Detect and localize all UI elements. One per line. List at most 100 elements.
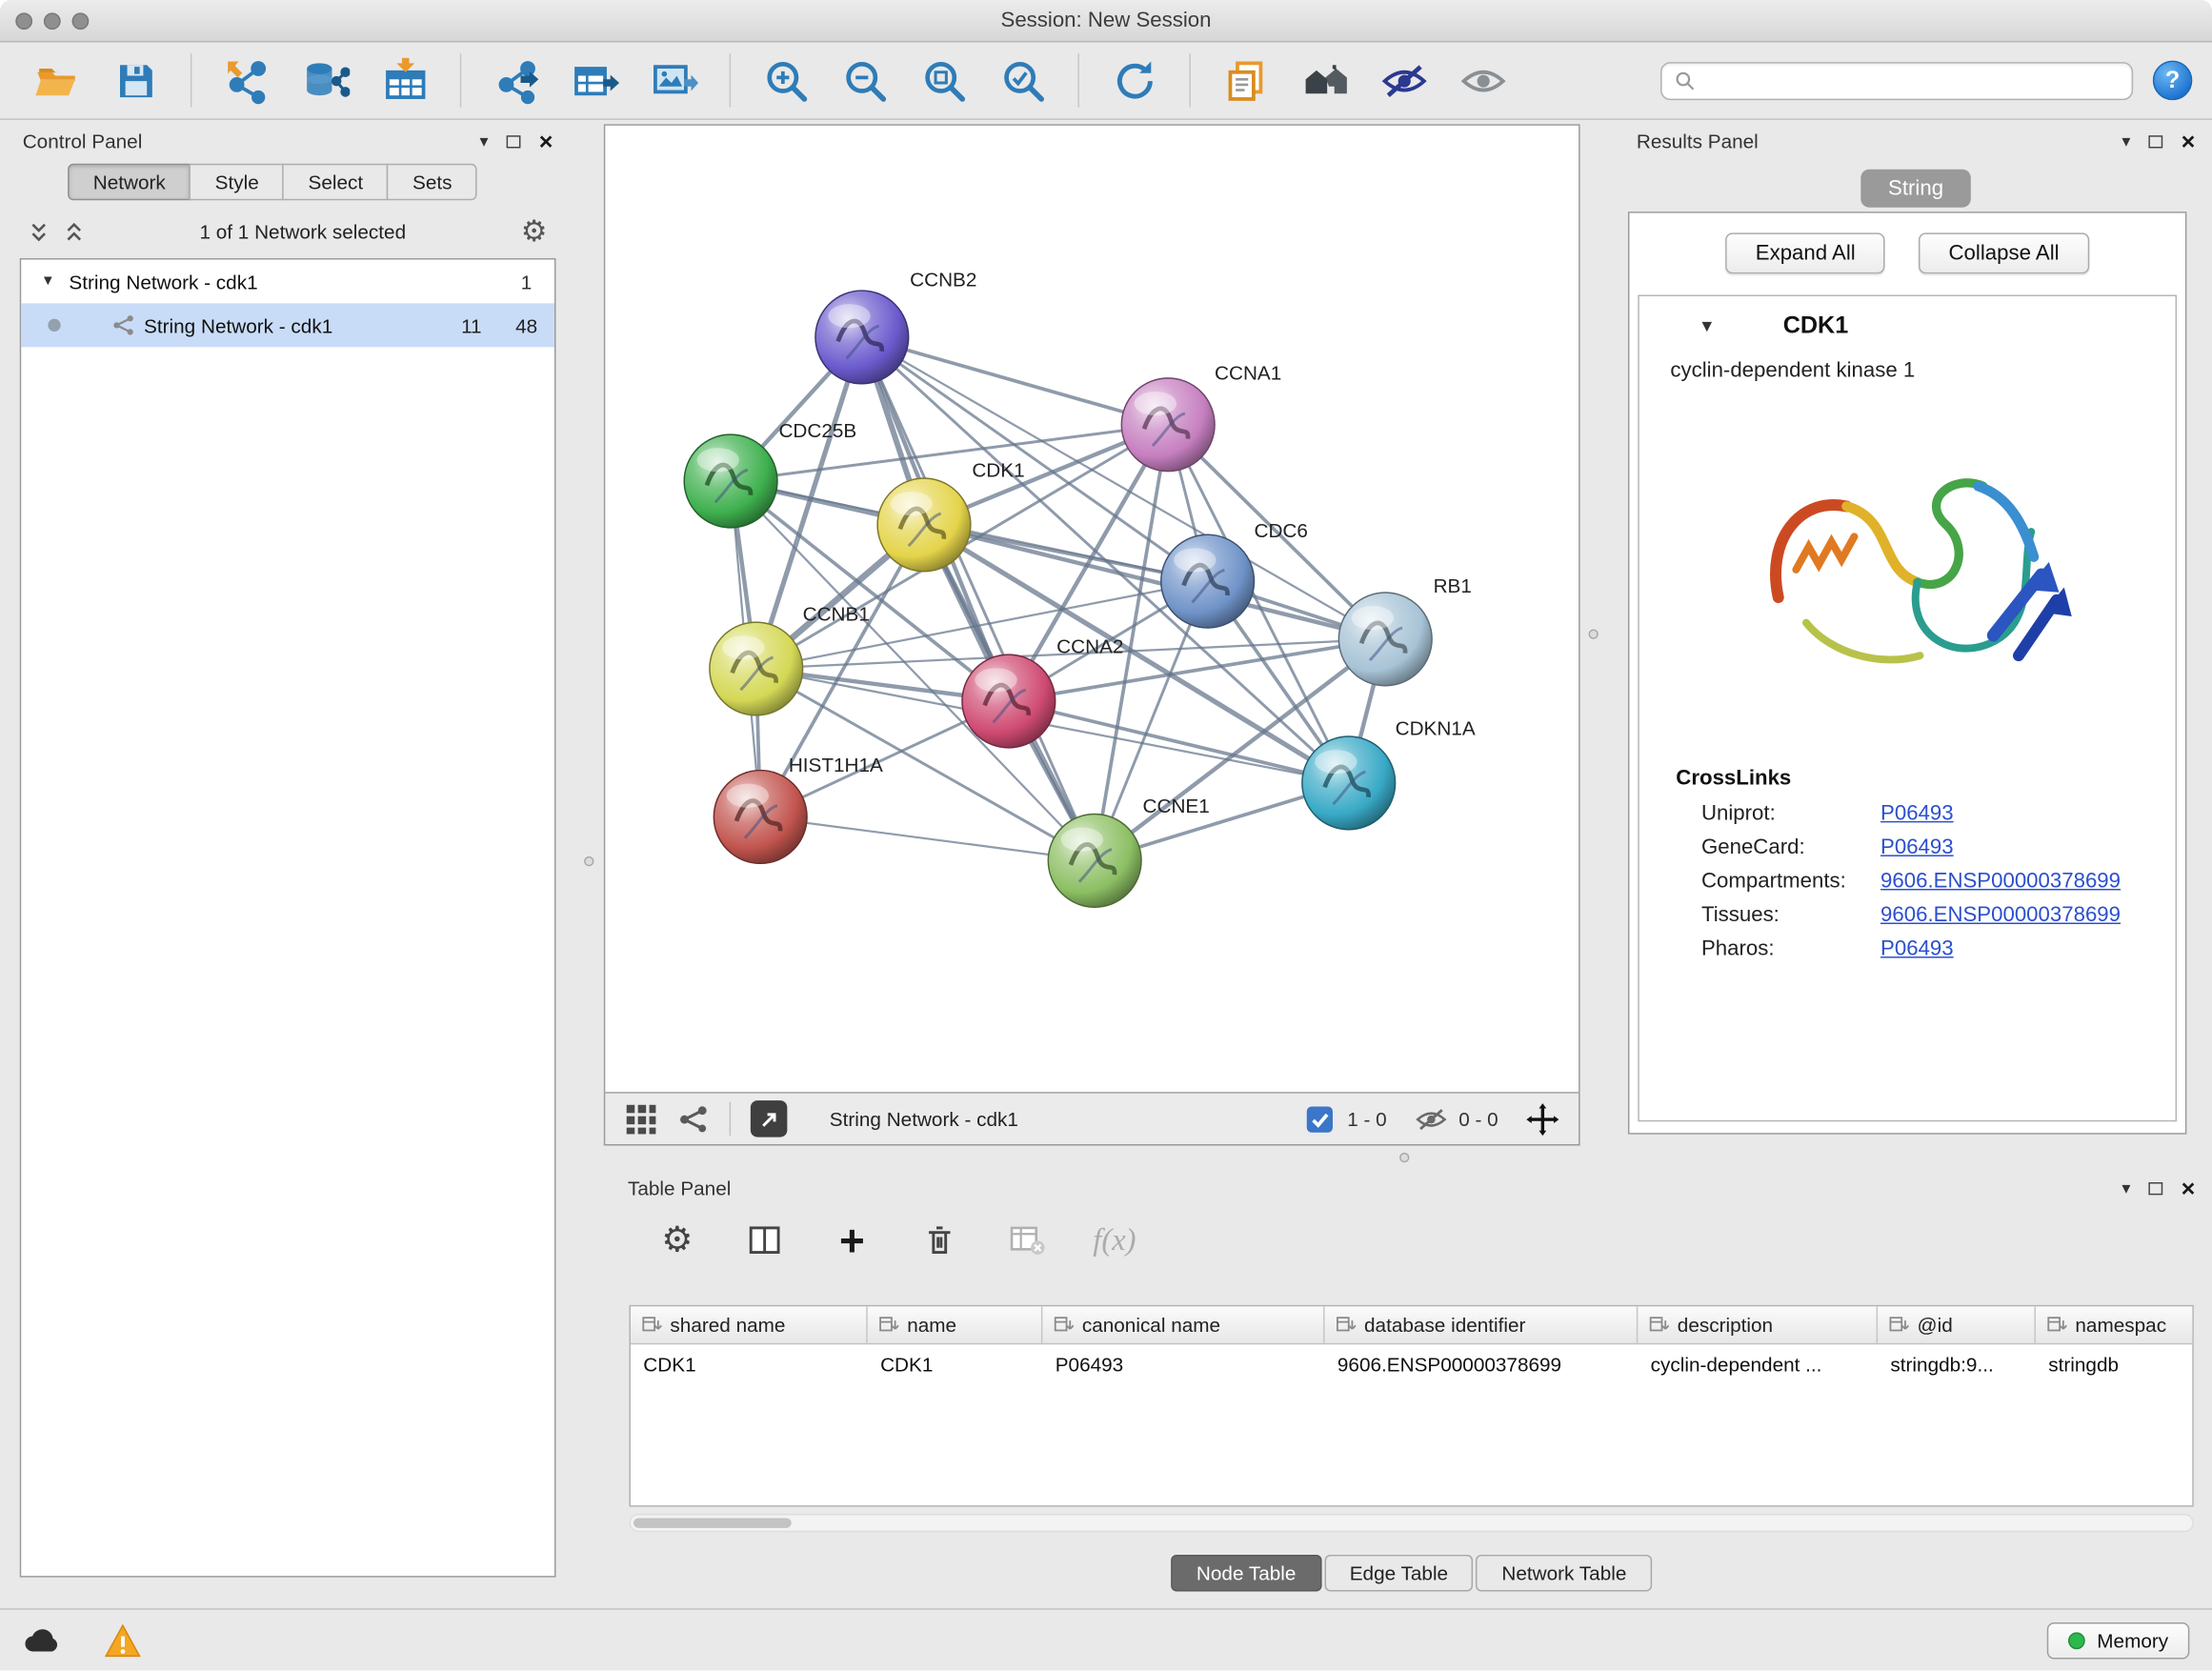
- scrollbar-thumb[interactable]: [633, 1518, 792, 1527]
- column-header-description[interactable]: description: [1638, 1306, 1878, 1343]
- table-settings-button[interactable]: ⚙: [654, 1217, 701, 1264]
- show-all-icon: [1459, 57, 1506, 104]
- network-canvas[interactable]: CCNB2 CCNA1 CDC25B CDK1 CDC6: [604, 124, 1580, 1093]
- crosslink-value-link[interactable]: 9606.ENSP00000378699: [1880, 869, 2121, 893]
- show-all-button[interactable]: [1446, 48, 1519, 112]
- node-CDK1[interactable]: CDK1: [877, 460, 1025, 572]
- node-count: 11: [461, 314, 482, 337]
- network-view-toolbar: String Network - cdk1 1 - 0 0 - 0: [604, 1094, 1580, 1146]
- cloud-icon[interactable]: [23, 1626, 62, 1655]
- import-network-file-button[interactable]: [211, 48, 284, 112]
- table-panel-float-button[interactable]: [2149, 1181, 2163, 1194]
- tab-string[interactable]: String: [1861, 170, 1970, 208]
- node-label: CCNB1: [803, 604, 870, 626]
- home-button[interactable]: [1288, 48, 1361, 112]
- zoom-fit-button[interactable]: [907, 48, 980, 112]
- node-CCNB1[interactable]: CCNB1: [710, 604, 870, 715]
- export-network-button[interactable]: [480, 48, 553, 112]
- node-HIST1H1A[interactable]: HIST1H1A: [714, 755, 883, 863]
- edge-HIST1H1A-CCNE1[interactable]: [760, 816, 1095, 860]
- node-CDC6[interactable]: CDC6: [1161, 520, 1308, 628]
- control-panel-float-button[interactable]: [507, 134, 521, 147]
- clone-network-button[interactable]: [1209, 48, 1282, 112]
- node-CCNB2[interactable]: CCNB2: [815, 270, 976, 384]
- network-options-gear-icon[interactable]: ⚙: [521, 216, 548, 246]
- results-panel-float-button[interactable]: [2149, 134, 2163, 147]
- bottom-splitter-handle[interactable]: [1399, 1153, 1409, 1162]
- hide-selected-button[interactable]: [1367, 48, 1440, 112]
- column-header--id[interactable]: @id: [1878, 1306, 2036, 1343]
- show-columns-button[interactable]: [740, 1217, 788, 1264]
- tab-select[interactable]: Select: [283, 164, 389, 201]
- network-graph[interactable]: CCNB2 CCNA1 CDC25B CDK1 CDC6: [605, 126, 1579, 1094]
- expand-all-tree-icon[interactable]: [64, 221, 85, 242]
- node-RB1[interactable]: RB1: [1338, 575, 1472, 686]
- save-session-button[interactable]: [99, 48, 172, 112]
- birds-eye-view-icon[interactable]: [625, 1102, 657, 1135]
- search-input[interactable]: [1660, 61, 2133, 99]
- tab-sets[interactable]: Sets: [387, 164, 477, 201]
- node-CDKN1A[interactable]: CDKN1A: [1302, 718, 1476, 830]
- memory-button[interactable]: Memory: [2047, 1621, 2189, 1659]
- export-image-button[interactable]: [637, 48, 711, 112]
- protein-section-header[interactable]: ▼ CDK1: [1639, 296, 2176, 355]
- collapse-all-tree-icon[interactable]: [29, 221, 50, 242]
- column-header-namespac[interactable]: namespac: [2036, 1306, 2194, 1343]
- tab-style[interactable]: Style: [190, 164, 284, 201]
- crosslink-value-link[interactable]: 9606.ENSP00000378699: [1880, 903, 2121, 927]
- add-column-button[interactable]: +: [828, 1217, 875, 1264]
- right-splitter-handle[interactable]: [1588, 629, 1598, 638]
- control-panel-close-button[interactable]: ×: [539, 130, 553, 153]
- string-network-icon[interactable]: [677, 1102, 710, 1135]
- crosslink-row: Compartments:9606.ENSP00000378699: [1701, 869, 2176, 893]
- import-table-button[interactable]: [369, 48, 442, 112]
- column-header-name[interactable]: name: [868, 1306, 1043, 1343]
- hidden-eye-icon[interactable]: [1415, 1102, 1447, 1135]
- column-header-canonical-name[interactable]: canonical name: [1042, 1306, 1324, 1343]
- tab-network-table[interactable]: Network Table: [1477, 1555, 1652, 1592]
- tab-edge-table[interactable]: Edge Table: [1324, 1555, 1474, 1592]
- delete-column-button[interactable]: [915, 1217, 963, 1264]
- zoom-out-button[interactable]: [828, 48, 901, 112]
- warning-icon[interactable]: [105, 1623, 142, 1658]
- table-panel-menu-button[interactable]: ▾: [2122, 1179, 2130, 1197]
- crosslink-value-link[interactable]: P06493: [1880, 936, 1954, 960]
- column-header-shared-name[interactable]: shared name: [631, 1306, 868, 1343]
- refresh-view-icon: [1111, 57, 1157, 104]
- tab-node-table[interactable]: Node Table: [1171, 1555, 1321, 1592]
- table-horizontal-scrollbar[interactable]: [629, 1514, 2193, 1532]
- trash-icon: [921, 1221, 958, 1258]
- results-panel-menu-button[interactable]: ▾: [2122, 132, 2130, 150]
- search-field[interactable]: [1704, 70, 2119, 92]
- selected-checkbox-icon[interactable]: [1303, 1102, 1336, 1135]
- crosslink-value-link[interactable]: P06493: [1880, 836, 1954, 859]
- results-panel-close-button[interactable]: ×: [2182, 130, 2196, 153]
- column-header-database-identifier[interactable]: database identifier: [1325, 1306, 1639, 1343]
- collapse-all-button[interactable]: Collapse All: [1919, 232, 2088, 273]
- node-table: shared namenamecanonical namedatabase id…: [629, 1305, 2193, 1507]
- crosslink-row: GeneCard:P06493: [1701, 836, 2176, 859]
- crosslink-value-link[interactable]: P06493: [1880, 801, 1954, 825]
- pan-crosshair-icon[interactable]: [1526, 1102, 1558, 1135]
- table-row[interactable]: CDK1CDK1P064939606.ENSP00000378699cyclin…: [631, 1344, 2192, 1382]
- import-network-database-button[interactable]: [290, 48, 363, 112]
- control-panel-menu-button[interactable]: ▾: [480, 132, 489, 150]
- refresh-view-button[interactable]: [1097, 48, 1171, 112]
- left-splitter-handle[interactable]: [584, 856, 593, 866]
- open-in-string-button[interactable]: [751, 1100, 788, 1137]
- expand-all-button[interactable]: Expand All: [1726, 232, 1885, 273]
- zoom-in-button[interactable]: [749, 48, 822, 112]
- tree-expand-icon[interactable]: ▼: [41, 273, 55, 289]
- network-row-selected[interactable]: String Network - cdk1 11 48: [21, 303, 554, 347]
- network-collection-row[interactable]: ▼ String Network - cdk1 1: [21, 259, 554, 303]
- open-session-button[interactable]: [20, 48, 93, 112]
- export-table-button[interactable]: [558, 48, 632, 112]
- table-panel-close-button[interactable]: ×: [2182, 1176, 2196, 1199]
- edge-CCNA2-CDKN1A[interactable]: [1009, 701, 1349, 783]
- help-button[interactable]: ?: [2153, 61, 2192, 100]
- edge-CCNB2-CCNE1[interactable]: [862, 337, 1095, 860]
- section-collapse-icon[interactable]: ▼: [1699, 316, 1716, 336]
- node-CCNA1[interactable]: CCNA1: [1121, 362, 1281, 471]
- tab-network[interactable]: Network: [68, 164, 191, 201]
- zoom-selected-button[interactable]: [986, 48, 1059, 112]
